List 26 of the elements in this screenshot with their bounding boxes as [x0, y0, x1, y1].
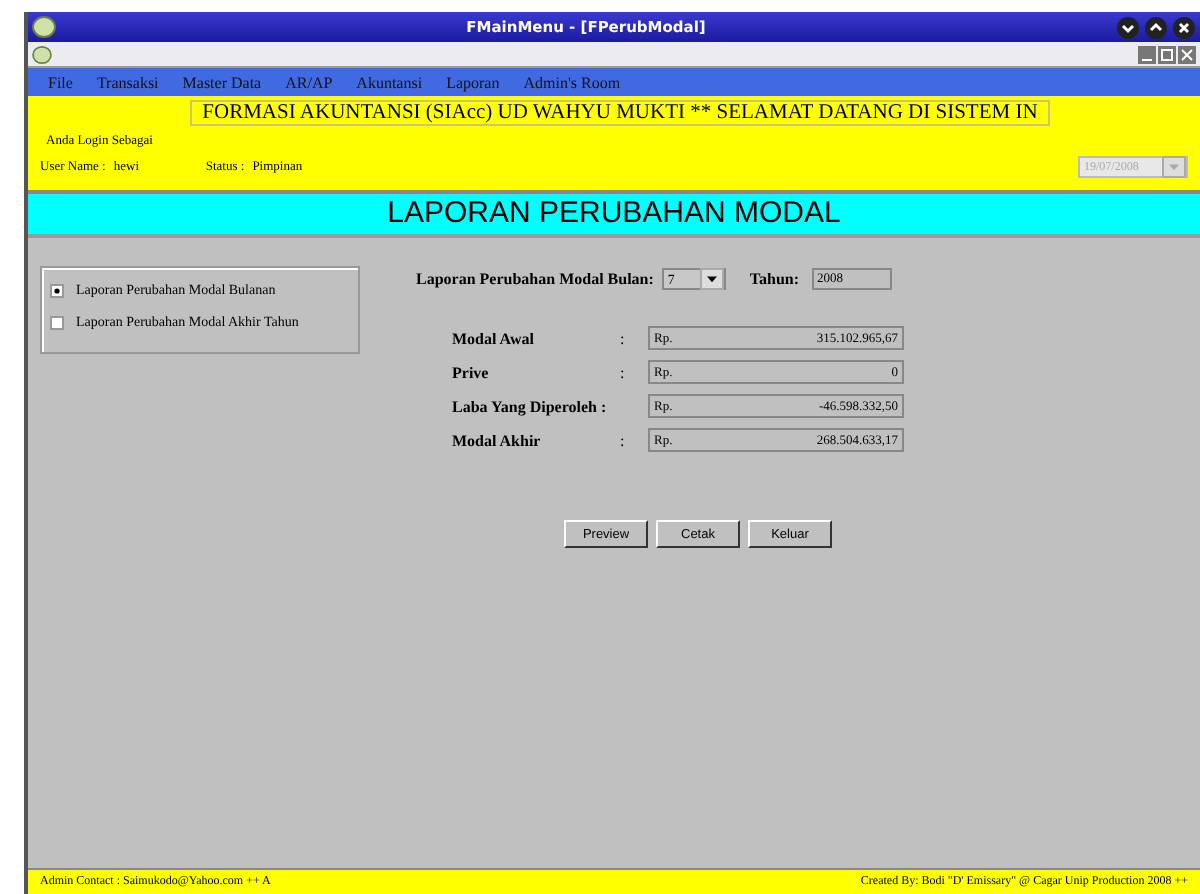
menu-item[interactable]: AR/AP	[285, 73, 333, 91]
menu-item[interactable]: Master Data	[182, 73, 262, 91]
app-icon	[32, 45, 52, 63]
marquee-text: FORMASI AKUNTANSI (SIAcc) UD WAHYU MUKTI ** SELAMAT DATANG DI SISTEM IN	[190, 100, 1050, 126]
maximize-icon[interactable]	[1144, 15, 1168, 39]
year-label: Tahun:	[749, 270, 800, 288]
close-icon[interactable]	[1172, 15, 1196, 39]
colon-text: :	[620, 363, 625, 381]
amount-label: Modal Awal	[452, 329, 536, 347]
radio-button[interactable]	[50, 283, 64, 297]
month-label: Laporan Perubahan Modal Bulan:	[416, 270, 654, 288]
amount-label: Modal Akhir	[452, 431, 543, 449]
menu-item[interactable]: Akuntansi	[356, 73, 423, 91]
amount-label: Prive	[452, 363, 491, 381]
report-title: LAPORAN PERUBAHAN MODAL	[28, 194, 1200, 238]
menu-item[interactable]: Transaksi	[96, 73, 159, 91]
amount-label: Laba Yang Diperoleh :	[452, 397, 609, 415]
app-icon	[32, 16, 56, 38]
minimize-icon[interactable]	[1116, 15, 1140, 39]
radio-button[interactable]	[50, 315, 64, 329]
colon-text: :	[620, 431, 625, 449]
restore-icon[interactable]	[1158, 45, 1176, 63]
menu-item[interactable]: Laporan	[446, 73, 500, 91]
menu-item[interactable]: File	[48, 73, 73, 91]
menu-item[interactable]: Admin's Room	[523, 73, 621, 91]
colon-text: :	[620, 329, 625, 347]
